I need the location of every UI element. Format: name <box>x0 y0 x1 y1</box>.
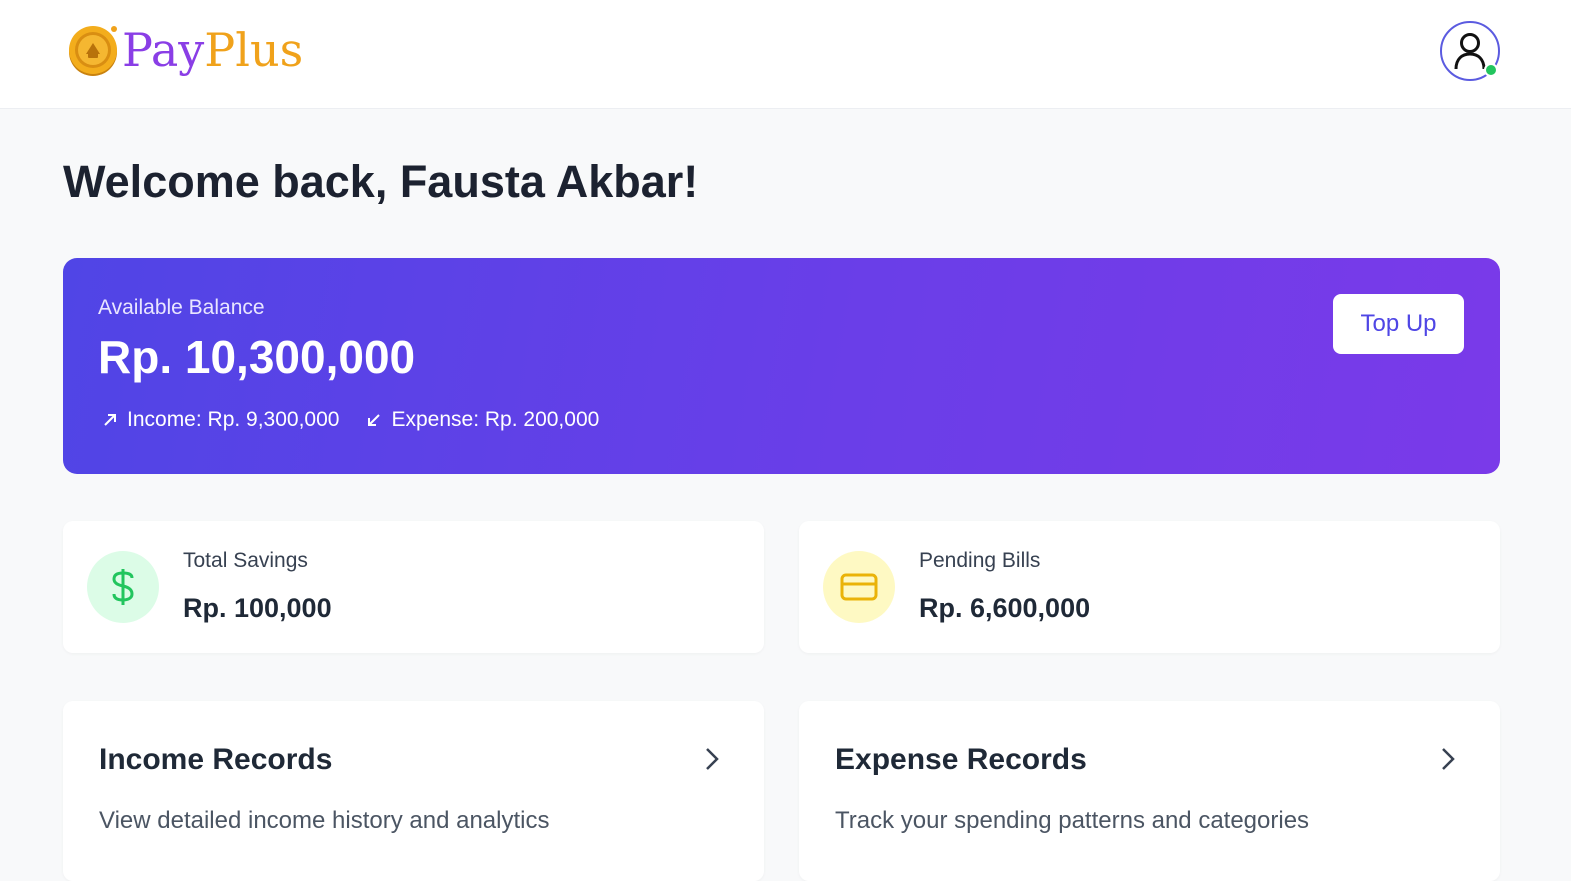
bills-icon-badge <box>823 551 895 623</box>
savings-value: Rp. 100,000 <box>183 593 332 623</box>
chevron-right-icon[interactable] <box>1433 745 1461 773</box>
bills-label: Pending Bills <box>919 549 1041 572</box>
income-summary: Income: Rp. 9,300,000 <box>101 408 339 432</box>
expense-records-title: Expense Records <box>835 743 1087 776</box>
chevron-right-icon[interactable] <box>697 745 725 773</box>
balance-flows: Income: Rp. 9,300,000 Expense: Rp. 200,0… <box>101 408 625 432</box>
arrow-down-left-icon <box>368 414 381 426</box>
logo-pay: Pay <box>122 23 205 77</box>
top-up-button[interactable]: Top Up <box>1333 294 1464 354</box>
logo-wordmark: PayPlus <box>122 20 303 80</box>
income-records-card[interactable]: Income Records View detailed income hist… <box>63 701 764 881</box>
pending-bills-card: Pending Bills Rp. 6,600,000 <box>799 521 1500 653</box>
balance-amount: Rp. 10,300,000 <box>98 331 416 383</box>
expense-records-description: Track your spending patterns and categor… <box>835 807 1310 834</box>
logo-plus: Plus <box>204 23 304 77</box>
savings-icon-badge <box>87 551 159 623</box>
online-status-dot <box>1484 63 1498 77</box>
coin-icon <box>69 26 117 76</box>
expense-summary: Expense: Rp. 200,000 <box>365 408 599 432</box>
income-records-title: Income Records <box>99 743 333 776</box>
expense-records-card[interactable]: Expense Records Track your spending patt… <box>799 701 1500 881</box>
arrow-up-right-icon <box>104 414 116 426</box>
payplus-logo[interactable]: PayPlus <box>66 20 303 80</box>
balance-label: Available Balance <box>98 296 265 319</box>
profile-avatar-button[interactable] <box>1440 21 1500 81</box>
income-text: Income: Rp. 9,300,000 <box>127 408 340 431</box>
credit-card-icon <box>840 573 878 601</box>
user-icon <box>1454 33 1486 70</box>
dollar-icon <box>112 569 134 605</box>
expense-text: Expense: Rp. 200,000 <box>391 408 600 431</box>
bills-value: Rp. 6,600,000 <box>919 593 1091 623</box>
top-header: PayPlus <box>0 0 1571 109</box>
savings-label: Total Savings <box>183 549 308 572</box>
page-title: Welcome back, Fausta Akbar! <box>63 156 699 207</box>
total-savings-card: Total Savings Rp. 100,000 <box>63 521 764 653</box>
income-records-description: View detailed income history and analyti… <box>99 807 550 834</box>
balance-card: Available Balance Rp. 10,300,000 Income:… <box>63 258 1500 474</box>
